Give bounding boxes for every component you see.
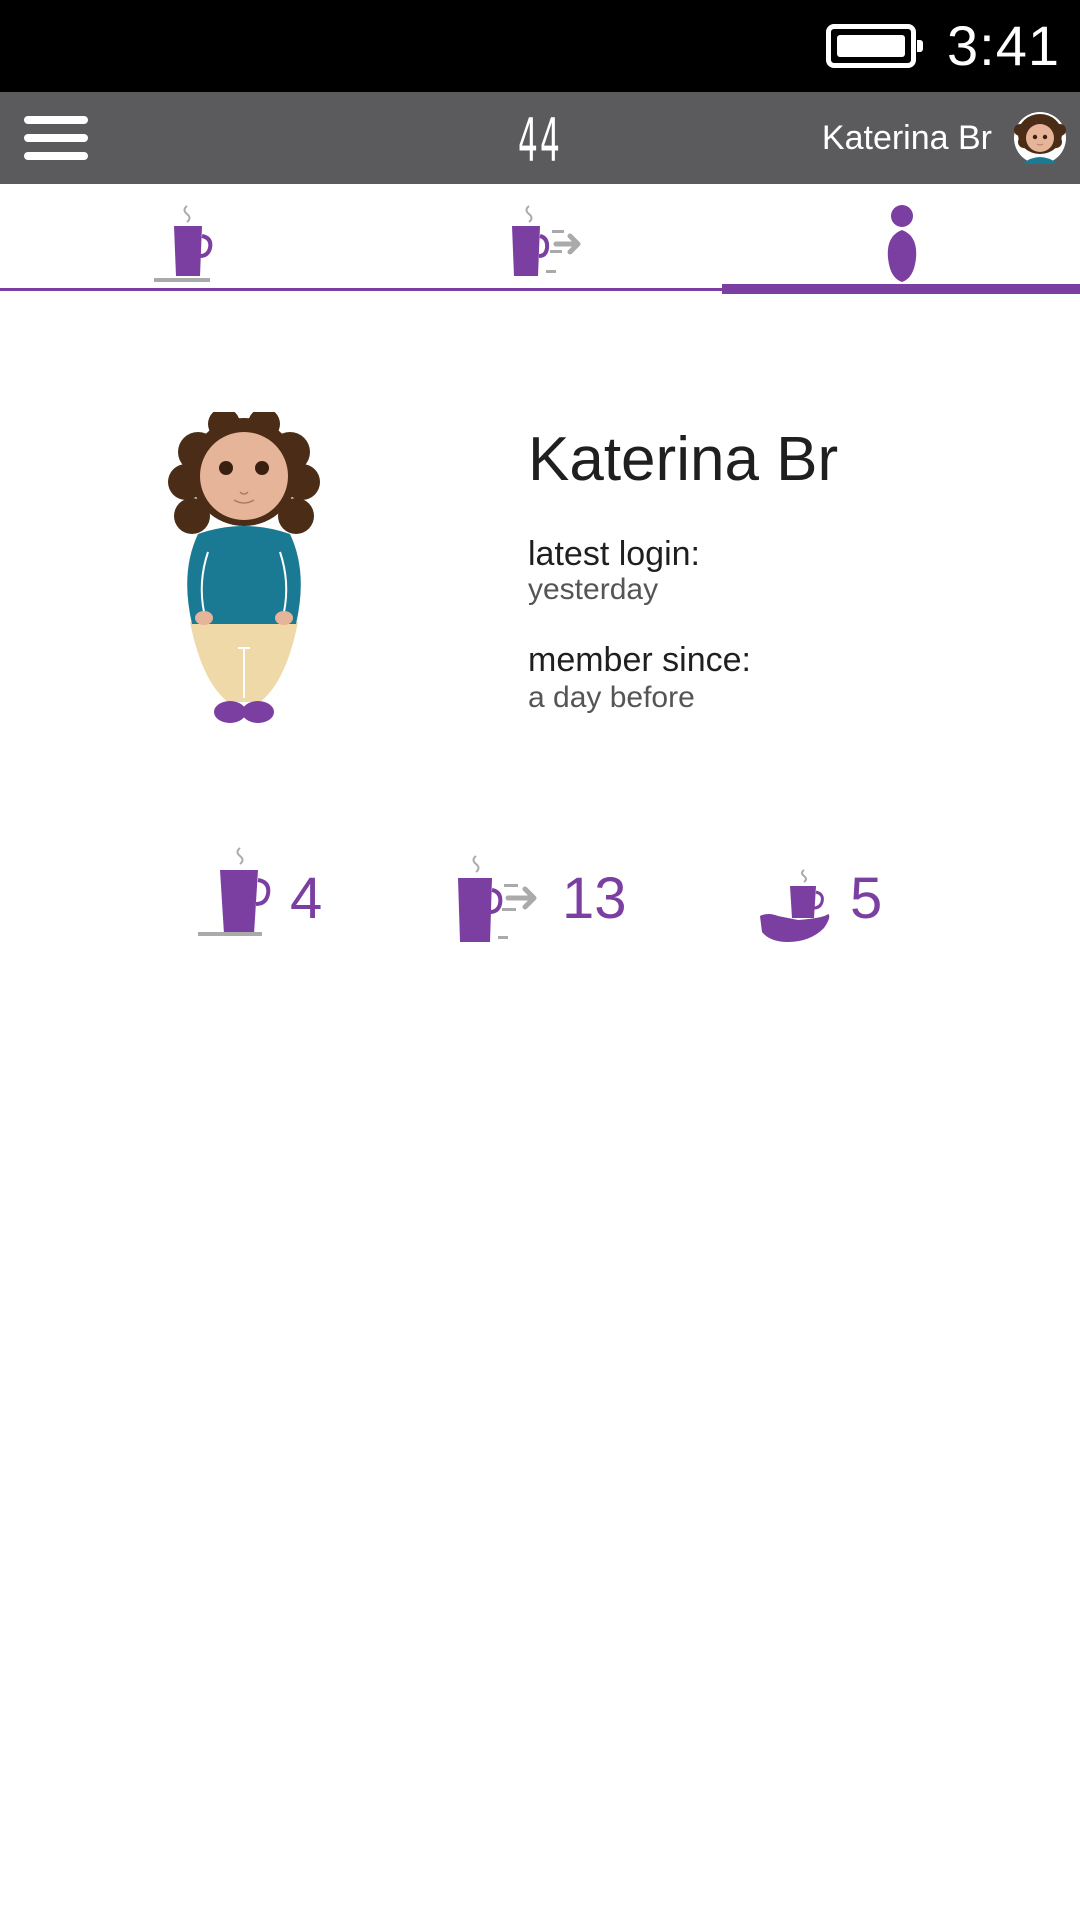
active-tab-indicator	[722, 284, 1080, 294]
stat-treats-value: 4	[290, 866, 323, 931]
latest-login-label: latest login:	[528, 535, 700, 573]
hamburger-menu-icon[interactable]	[24, 116, 90, 160]
mug-send-icon	[512, 205, 581, 276]
stat-received-value: 5	[850, 866, 883, 931]
tab-bar	[0, 184, 1080, 294]
profile-name: Katerina Br	[528, 425, 839, 494]
stat-sent-value: 13	[562, 866, 627, 931]
tab-treats[interactable]	[0, 184, 360, 288]
member-since-value: a day before	[528, 681, 695, 714]
avatar[interactable]	[1014, 112, 1066, 164]
tab-sent[interactable]	[360, 184, 720, 288]
profile-avatar-figure	[168, 412, 320, 723]
member-since-label: member since:	[528, 641, 751, 679]
latest-login-value: yesterday	[528, 573, 659, 606]
stat-sent: 13	[454, 846, 644, 946]
stat-treats: 4	[196, 846, 336, 946]
tab-profile[interactable]	[720, 184, 1080, 288]
header-user-name[interactable]: Katerina Br	[822, 118, 992, 158]
mug-send-icon	[458, 855, 537, 942]
app-bar: 44 TREATS Katerina Br	[0, 92, 1080, 246]
stat-received: 5	[758, 846, 898, 946]
status-bar: 3:41	[0, 0, 1080, 92]
mug-in-hand-icon	[760, 869, 830, 942]
mug-icon	[154, 205, 213, 282]
person-icon	[887, 205, 917, 282]
status-time: 3:41	[947, 14, 1060, 77]
mug-icon	[198, 847, 271, 936]
battery-icon	[826, 24, 923, 68]
